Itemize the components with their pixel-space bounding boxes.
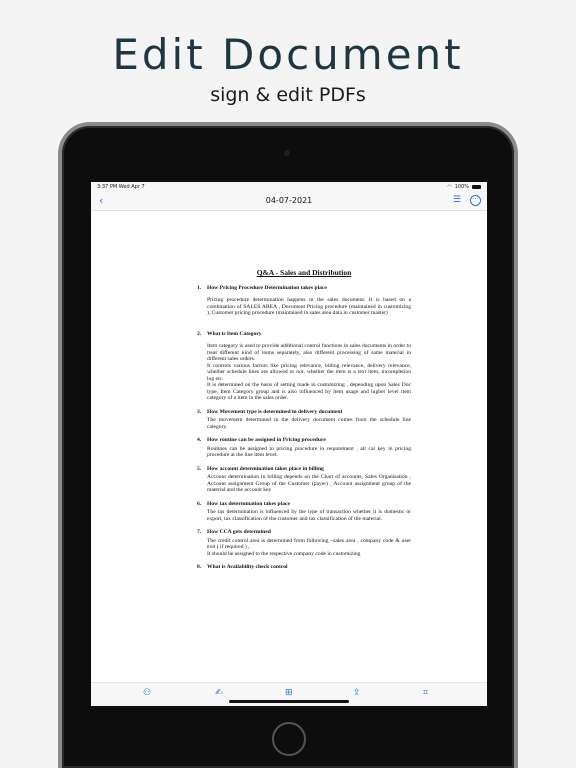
status-right: ◠ 100% (447, 184, 481, 190)
device-screen: 3:37 PM Wed Apr 7 ◠ 100% ‹ 04-07-2021 ☰ … (91, 182, 487, 706)
signature-icon[interactable]: ✍ (215, 688, 223, 698)
pdf-page: Q&A - Sales and Distribution 1. How Prici… (197, 268, 411, 571)
answer-1: Pricing procedure determination happens … (207, 297, 411, 316)
question-5: 5. How account determination takes place … (197, 465, 324, 472)
nav-bar: ‹ 04-07-2021 ☰ ··· (91, 192, 487, 211)
battery-percent: 100% (454, 184, 469, 190)
doc-title: Q&A - Sales and Distribution (256, 268, 352, 277)
battery-icon (472, 185, 481, 189)
answer-3: The movement determined in the delivery … (207, 417, 411, 430)
scan-icon[interactable]: ⌗ (423, 688, 428, 698)
answer-7: The credit control area is determined fr… (207, 537, 411, 557)
home-button[interactable] (272, 722, 306, 756)
question-3: 3. How Movement type is determined in del… (197, 408, 343, 415)
question-4: 4. How routine can be assigned in Pricing… (197, 437, 326, 443)
share-icon[interactable]: ⇪ (353, 688, 361, 698)
list-icon[interactable]: ☰ (453, 195, 461, 205)
answer-5: Account determination in billing depends… (207, 474, 411, 493)
answer-6: The tax determination is influenced by t… (207, 509, 411, 522)
tablet-device: 3:37 PM Wed Apr 7 ◠ 100% ‹ 04-07-2021 ☰ … (62, 126, 514, 768)
question-8: 8. What is Availability check control (197, 564, 288, 570)
answer-2: Item category is used to provide additio… (207, 343, 411, 401)
promo-headline: Edit Document (112, 30, 464, 79)
add-page-icon[interactable]: ⊞ (285, 688, 293, 698)
question-1: 1. How Pricing Procedure Determination ta… (197, 284, 327, 291)
question-7: 7. How CCA gets determined (197, 529, 271, 535)
promo-subline: sign & edit PDFs (210, 84, 366, 106)
more-icon[interactable]: ··· (470, 195, 481, 206)
status-time: 3:37 PM Wed Apr 7 (97, 184, 145, 190)
status-bar: 3:37 PM Wed Apr 7 ◠ 100% (91, 182, 487, 192)
question-2: 2. What is Item Category (197, 330, 262, 337)
document-date-title: 04-07-2021 (265, 196, 313, 205)
home-indicator[interactable] (229, 700, 349, 703)
question-6: 6. How tax determination takes place (197, 500, 290, 507)
shapes-icon[interactable]: ⚇ (143, 688, 151, 698)
answer-4: Routines can be assigned to pricing proc… (207, 445, 411, 459)
camera-icon (284, 150, 290, 156)
wifi-icon: ◠ (447, 184, 452, 190)
